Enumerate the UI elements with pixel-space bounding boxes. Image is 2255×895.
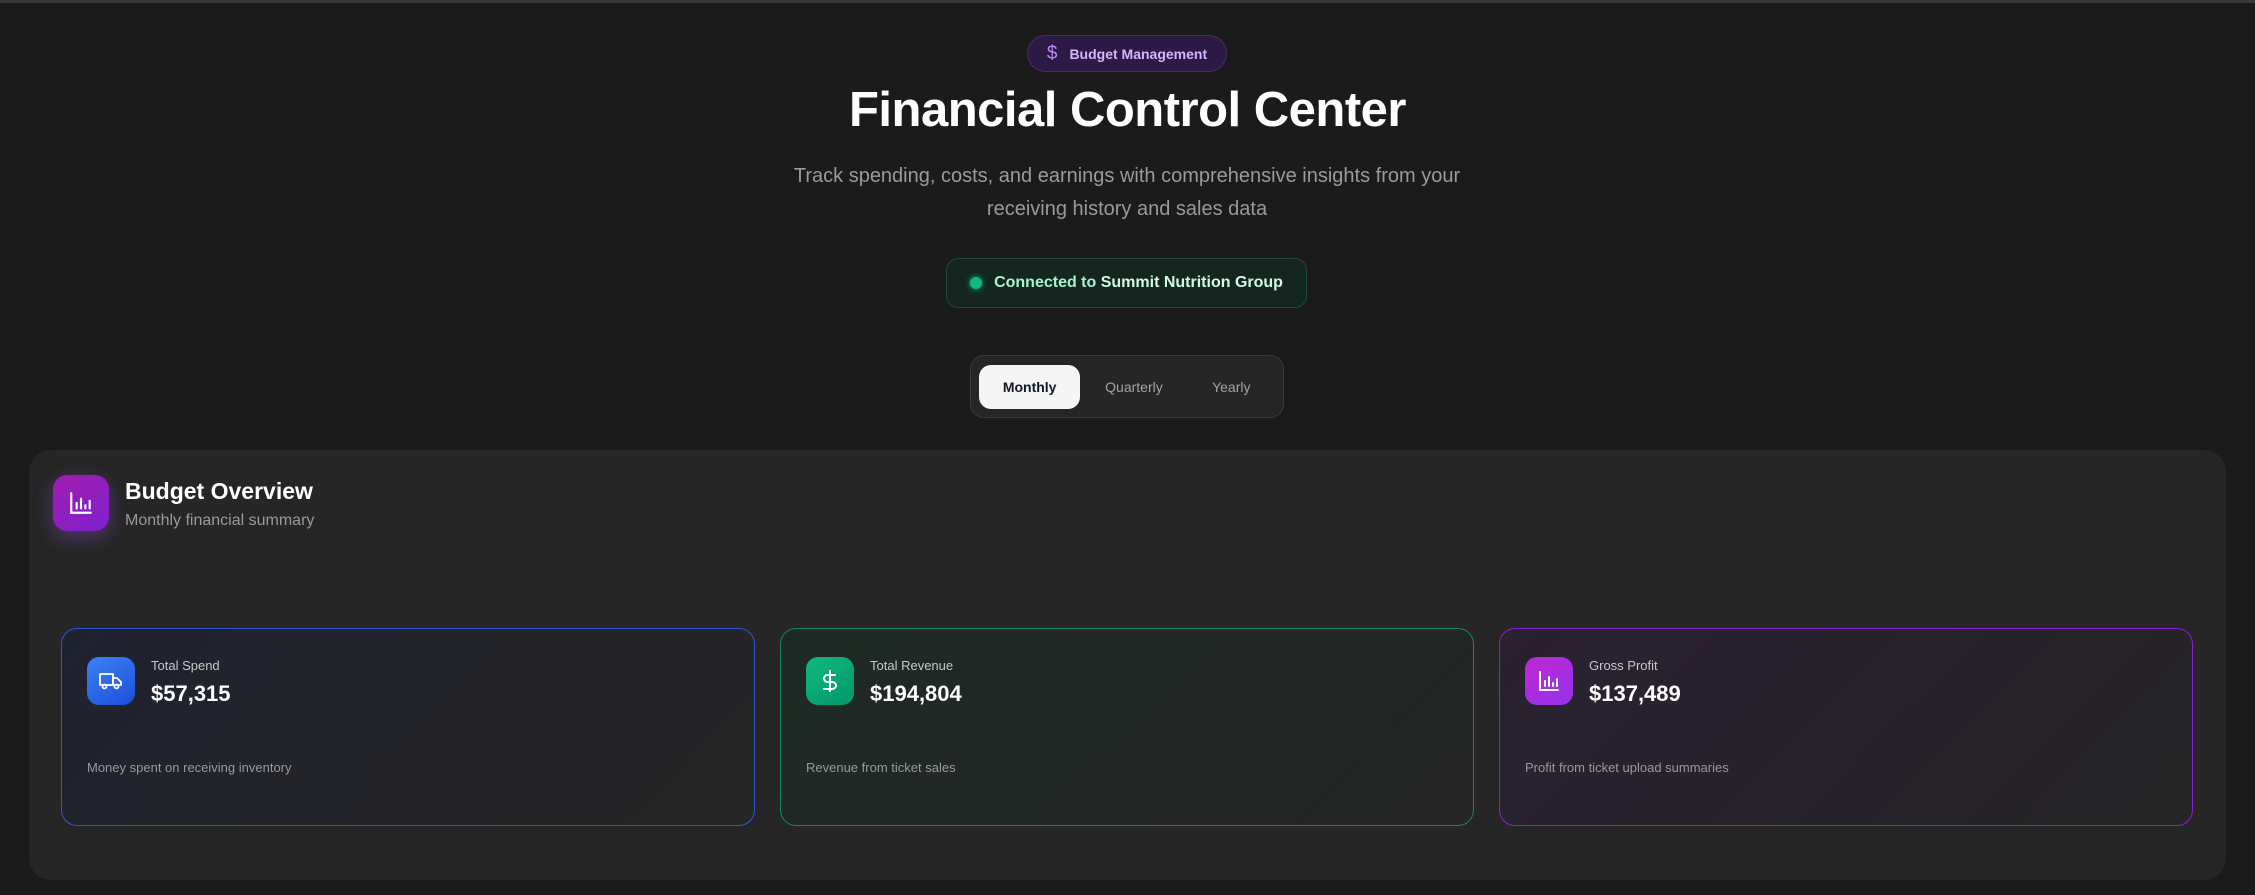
total-spend-card: Total Spend $57,315 Money spent on recei…: [61, 628, 755, 826]
connection-prefix: Connected to: [994, 274, 1097, 291]
gross-profit-card: Gross Profit $137,489 Profit from ticket…: [1499, 628, 2193, 826]
card-description: Revenue from ticket sales: [806, 760, 956, 775]
connection-text: Connected to Summit Nutrition Group: [994, 274, 1283, 292]
dollar-icon: [806, 657, 854, 705]
card-label: Gross Profit: [1589, 658, 1658, 673]
dollar-icon: $: [1046, 42, 1058, 64]
card-description: Money spent on receiving inventory: [87, 760, 292, 775]
budget-management-badge: $ Budget Management: [1027, 35, 1227, 72]
bar-chart-icon: [53, 475, 109, 531]
period-option-monthly[interactable]: Monthly: [979, 364, 1081, 409]
status-dot-icon: [970, 277, 983, 289]
overview-subtitle: Monthly financial summary: [125, 512, 315, 529]
period-option-yearly[interactable]: Yearly: [1188, 365, 1275, 409]
period-selector: Monthly Quarterly Yearly: [970, 355, 1284, 418]
connection-status: Connected to Summit Nutrition Group: [946, 258, 1307, 308]
top-divider: [0, 0, 2255, 3]
badge-label: Budget Management: [1069, 45, 1208, 62]
truck-icon: [87, 657, 135, 705]
card-value: $57,315: [151, 681, 231, 706]
total-revenue-card: Total Revenue $194,804 Revenue from tick…: [780, 628, 1474, 826]
bar-chart-icon: [1525, 657, 1573, 705]
page-title: Financial Control Center: [848, 83, 1407, 137]
connection-organization: Summit Nutrition Group: [1100, 274, 1283, 291]
card-label: Total Revenue: [870, 658, 954, 673]
card-value: $137,489: [1589, 681, 1681, 706]
card-label: Total Spend: [151, 658, 220, 673]
overview-title: Budget Overview: [125, 478, 313, 504]
page-subtitle: Track spending, costs, and earnings with…: [793, 165, 1461, 220]
card-value: $194,804: [870, 681, 962, 706]
budget-overview-panel: Budget Overview Monthly financial summar…: [29, 450, 2226, 880]
card-description: Profit from ticket upload summaries: [1525, 760, 1729, 775]
period-option-quarterly[interactable]: Quarterly: [1084, 365, 1183, 409]
